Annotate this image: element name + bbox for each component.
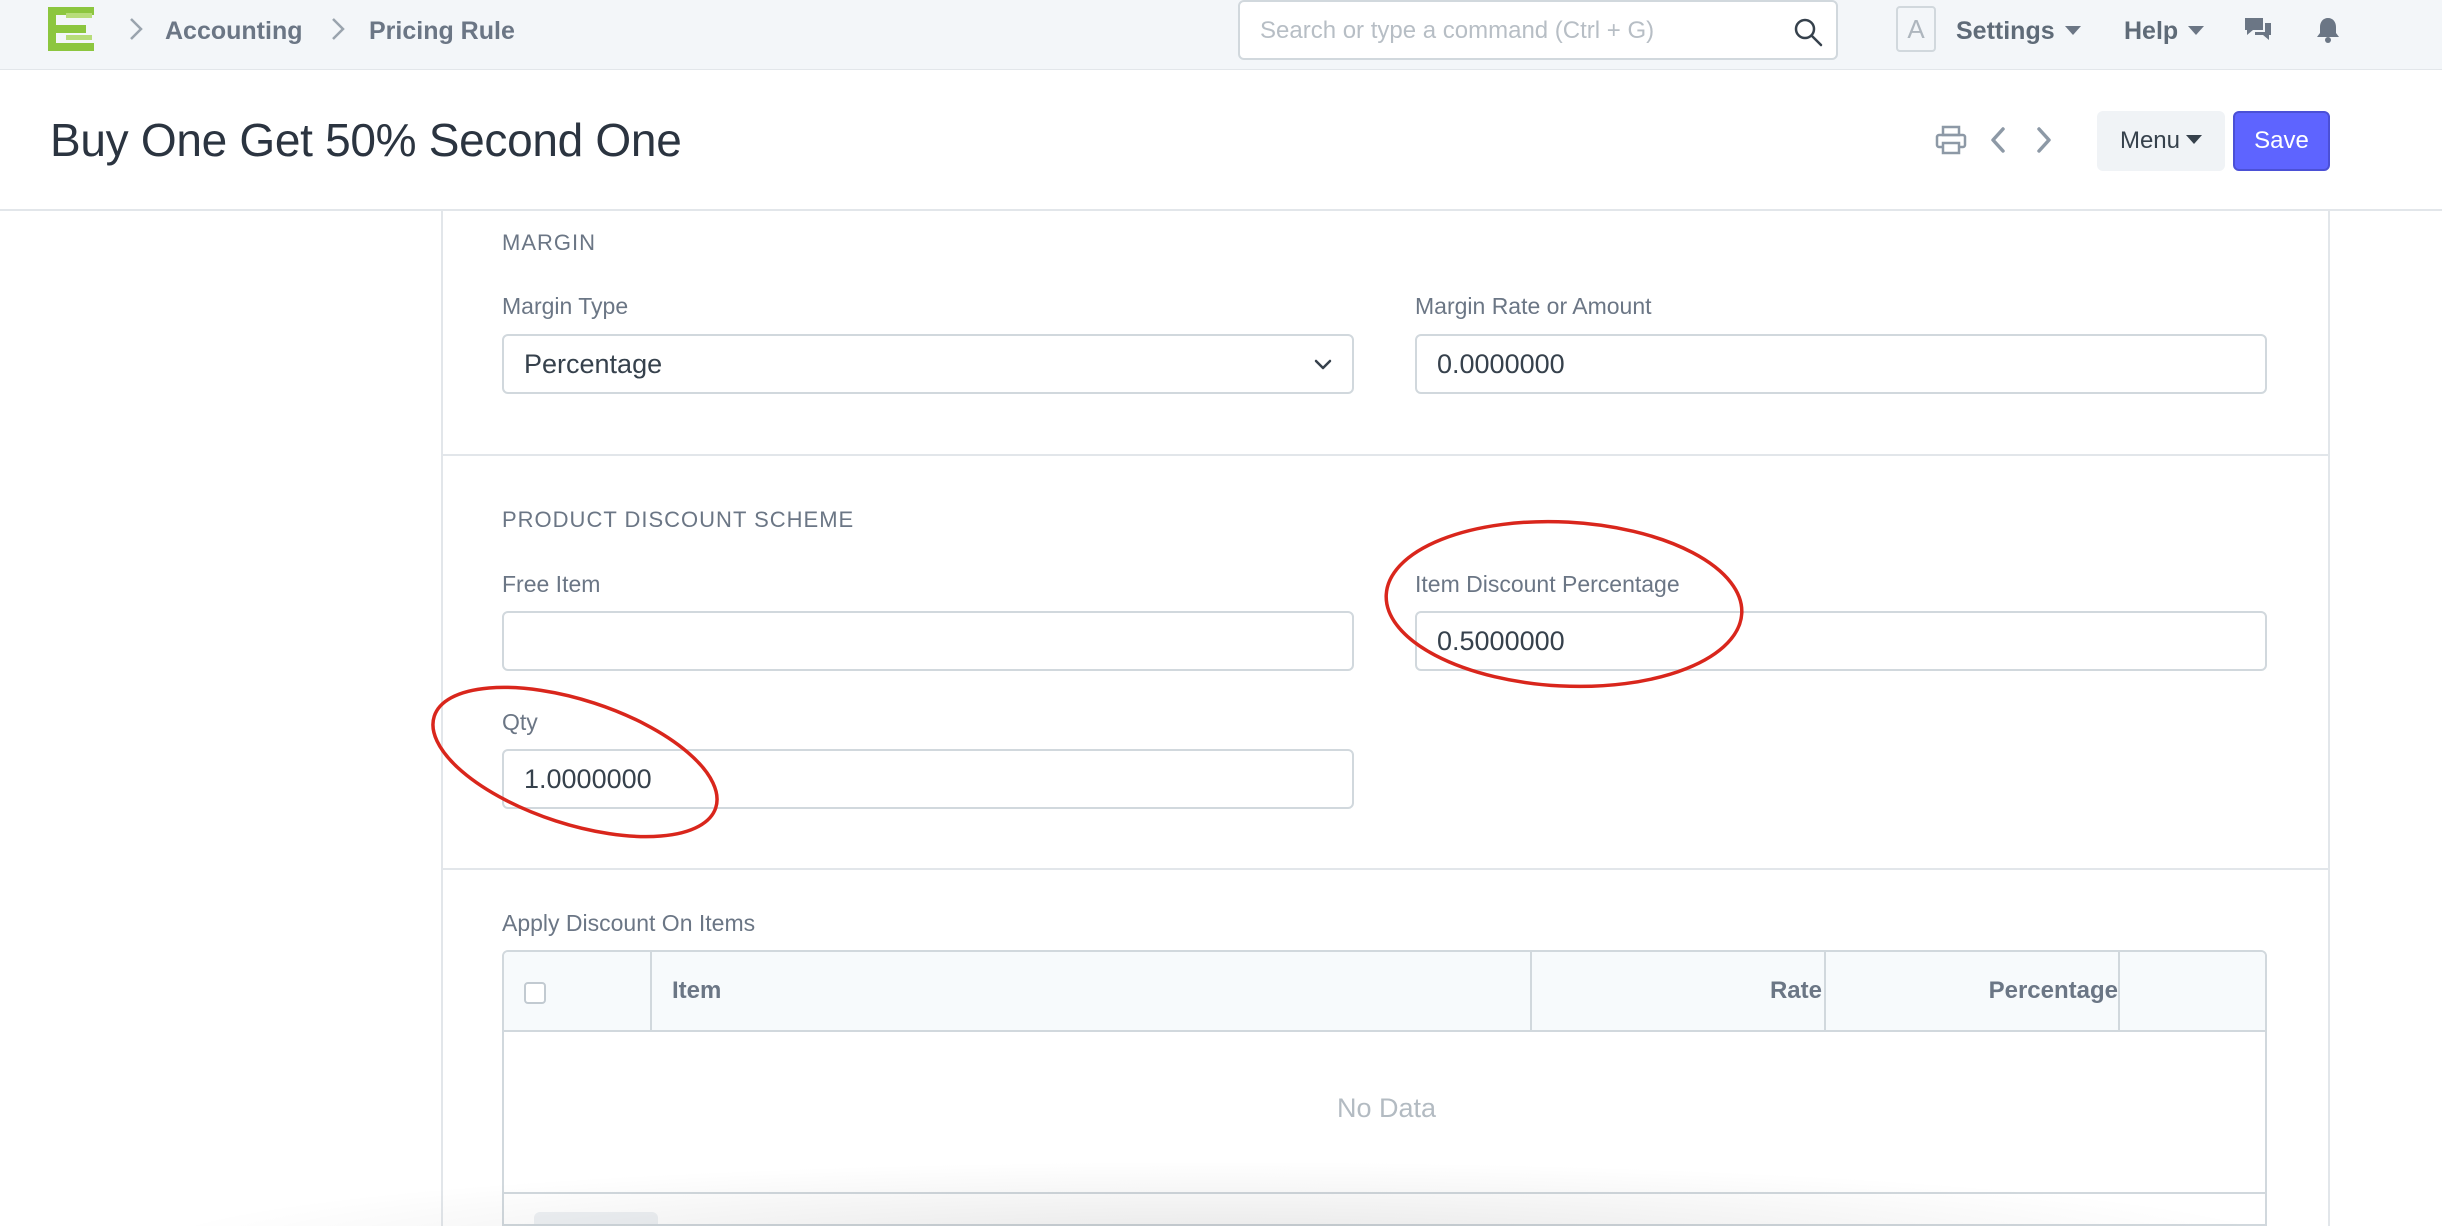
chevron-right-icon[interactable] — [2026, 123, 2060, 157]
search-bar[interactable] — [1238, 0, 1838, 60]
section-title-margin: MARGIN — [502, 230, 596, 255]
grid-header: Item Rate Percentage — [504, 952, 2265, 1032]
item-discount-percentage-input[interactable] — [1437, 613, 2265, 670]
qty-input[interactable] — [524, 751, 1352, 808]
save-button[interactable]: Save — [2233, 111, 2330, 171]
section-title-product-discount: PRODUCT DISCOUNT SCHEME — [502, 507, 855, 532]
breadcrumb-separator-icon — [332, 18, 345, 40]
column-header-percentage[interactable]: Percentage — [1824, 976, 2118, 1006]
apply-discount-on-items-label: Apply Discount On Items — [502, 910, 756, 936]
bell-icon[interactable] — [2312, 14, 2344, 46]
free-item-field[interactable] — [502, 611, 1354, 671]
caret-down-icon — [2064, 25, 2081, 35]
settings-dropdown[interactable]: Settings — [1956, 16, 2081, 46]
free-item-label: Free Item — [502, 571, 601, 597]
breadcrumb-accounting[interactable]: Accounting — [165, 16, 303, 46]
column-header-rate[interactable]: Rate — [1530, 976, 1822, 1006]
grid-footer-divider — [504, 1192, 2265, 1194]
chevron-down-icon — [1314, 359, 1332, 370]
page-header: Buy One Get 50% Second One Menu Save — [0, 70, 2442, 211]
search-input[interactable] — [1260, 14, 1780, 48]
select-all-checkbox[interactable] — [524, 982, 546, 1004]
item-discount-percentage-field[interactable] — [1415, 611, 2267, 671]
breadcrumb-pricing-rule[interactable]: Pricing Rule — [369, 16, 515, 46]
chat-icon[interactable] — [2242, 14, 2274, 46]
margin-type-select[interactable]: Percentage — [502, 334, 1354, 394]
column-header-item[interactable]: Item — [672, 976, 721, 1006]
menu-button[interactable]: Menu — [2097, 111, 2225, 171]
margin-rate-field[interactable] — [1415, 334, 2267, 394]
print-icon[interactable] — [1934, 123, 1968, 157]
avatar[interactable]: A — [1896, 6, 1936, 52]
no-data-message: No Data — [1336, 1093, 1437, 1123]
erpnext-logo-icon[interactable] — [46, 5, 100, 53]
settings-label: Settings — [1956, 17, 2055, 45]
search-icon[interactable] — [1792, 16, 1824, 48]
chevron-left-icon[interactable] — [1982, 123, 2016, 157]
page-title: Buy One Get 50% Second One — [50, 114, 682, 166]
add-row-button[interactable] — [534, 1212, 658, 1224]
column-divider — [650, 952, 652, 1032]
breadcrumb-separator-icon — [130, 18, 143, 40]
help-dropdown[interactable]: Help — [2124, 16, 2205, 46]
caret-down-icon — [2188, 25, 2205, 35]
help-label: Help — [2124, 17, 2179, 45]
section-divider — [441, 454, 2330, 456]
caret-down-icon — [2186, 135, 2203, 145]
column-divider — [2118, 952, 2120, 1032]
section-divider — [441, 868, 2330, 870]
margin-rate-input[interactable] — [1437, 336, 2265, 393]
qty-label: Qty — [502, 709, 538, 735]
menu-label: Menu — [2119, 127, 2181, 154]
qty-field[interactable] — [502, 749, 1354, 809]
item-discount-percentage-label: Item Discount Percentage — [1415, 571, 1680, 597]
free-item-input[interactable] — [524, 613, 1352, 670]
margin-type-label: Margin Type — [502, 293, 629, 319]
margin-rate-label: Margin Rate or Amount — [1415, 293, 1652, 319]
top-navbar: Accounting Pricing Rule A Settings Help — [0, 0, 2442, 70]
margin-type-value: Percentage — [524, 349, 663, 379]
apply-discount-grid: Item Rate Percentage No Data — [502, 950, 2267, 1226]
